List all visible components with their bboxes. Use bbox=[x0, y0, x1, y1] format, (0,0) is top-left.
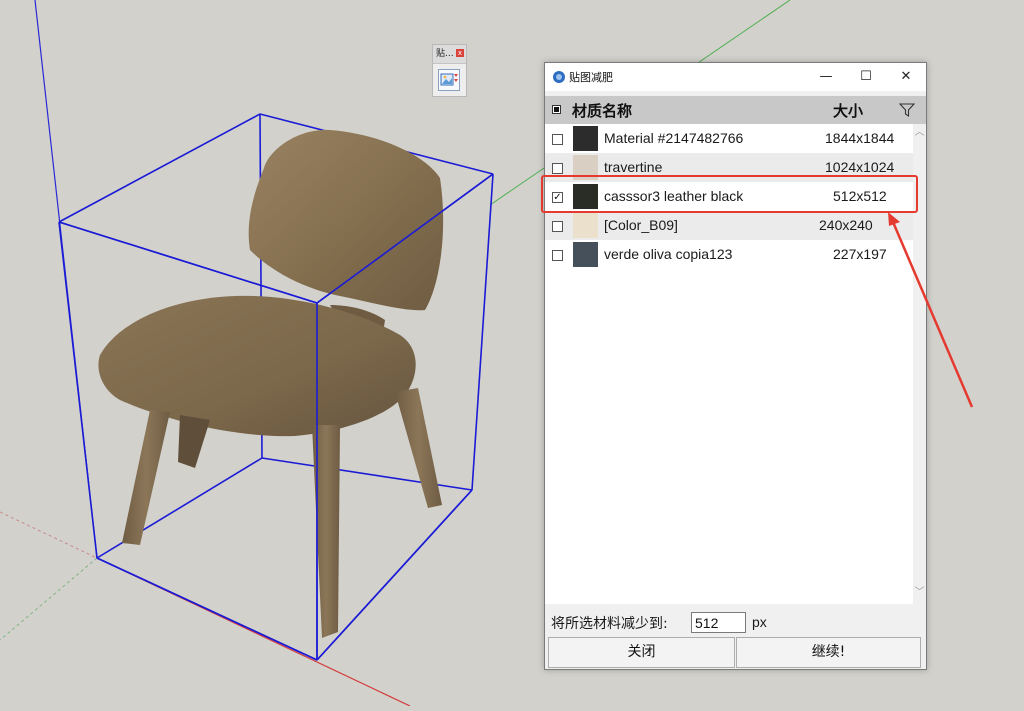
select-all-checkbox[interactable] bbox=[552, 105, 561, 114]
dialog-titlebar[interactable]: 贴图减肥 — ☐ ✕ bbox=[545, 63, 926, 91]
material-name: travertine bbox=[604, 159, 663, 175]
material-size: 1844x1844 bbox=[825, 130, 895, 146]
scroll-up-icon[interactable]: ︿ bbox=[913, 128, 926, 138]
material-checkbox[interactable] bbox=[552, 250, 563, 261]
minimize-button[interactable]: — bbox=[806, 63, 846, 91]
material-name: [Color_B09] bbox=[604, 217, 678, 233]
toolbar-title-text: 贴... bbox=[436, 49, 454, 59]
list-header: 材质名称 大小 bbox=[545, 96, 926, 124]
material-size: 240x240 bbox=[819, 217, 873, 233]
floating-toolbar[interactable]: 贴... x bbox=[432, 44, 467, 97]
target-size-input[interactable] bbox=[691, 612, 746, 633]
scroll-down-icon[interactable]: ﹀ bbox=[913, 588, 926, 598]
column-header-name[interactable]: 材质名称 bbox=[572, 100, 632, 121]
material-row[interactable]: Material #2147482766 1844x1844 bbox=[545, 124, 913, 153]
dialog-title: 贴图减肥 bbox=[569, 71, 613, 84]
close-button[interactable]: 关闭 bbox=[548, 637, 735, 668]
material-row[interactable]: verde oliva copia123 227x197 bbox=[545, 240, 913, 269]
material-swatch bbox=[573, 242, 598, 267]
material-checkbox[interactable] bbox=[552, 163, 563, 174]
material-size: 227x197 bbox=[833, 246, 887, 262]
column-header-size[interactable]: 大小 bbox=[833, 100, 863, 121]
texture-reduce-tool-icon[interactable] bbox=[438, 69, 460, 91]
material-checkbox[interactable] bbox=[552, 221, 563, 232]
app-icon bbox=[553, 71, 565, 83]
continue-button[interactable]: 继续! bbox=[736, 637, 921, 668]
maximize-button[interactable]: ☐ bbox=[846, 63, 886, 91]
green-axis-negative bbox=[0, 557, 98, 641]
filter-icon[interactable] bbox=[899, 102, 915, 118]
material-swatch bbox=[573, 126, 598, 151]
highlight-annotation bbox=[541, 175, 918, 213]
toolbar-title: 贴... x bbox=[433, 45, 466, 64]
chair-model[interactable] bbox=[98, 129, 444, 638]
material-name: verde oliva copia123 bbox=[604, 246, 733, 262]
reduce-to-label: 将所选材料减少到: bbox=[551, 616, 668, 632]
material-size: 1024x1024 bbox=[825, 159, 895, 175]
material-swatch bbox=[573, 213, 598, 238]
red-axis-negative bbox=[0, 511, 98, 559]
material-checkbox[interactable] bbox=[552, 134, 563, 145]
material-name: Material #2147482766 bbox=[604, 130, 744, 146]
toolbar-close-icon[interactable]: x bbox=[456, 49, 464, 57]
material-row[interactable]: [Color_B09] 240x240 bbox=[545, 211, 913, 240]
texture-reduce-dialog[interactable]: 贴图减肥 — ☐ ✕ 材质名称 大小 Material #2147482766 … bbox=[544, 62, 927, 670]
unit-label: px bbox=[752, 614, 767, 630]
close-window-button[interactable]: ✕ bbox=[886, 63, 926, 91]
